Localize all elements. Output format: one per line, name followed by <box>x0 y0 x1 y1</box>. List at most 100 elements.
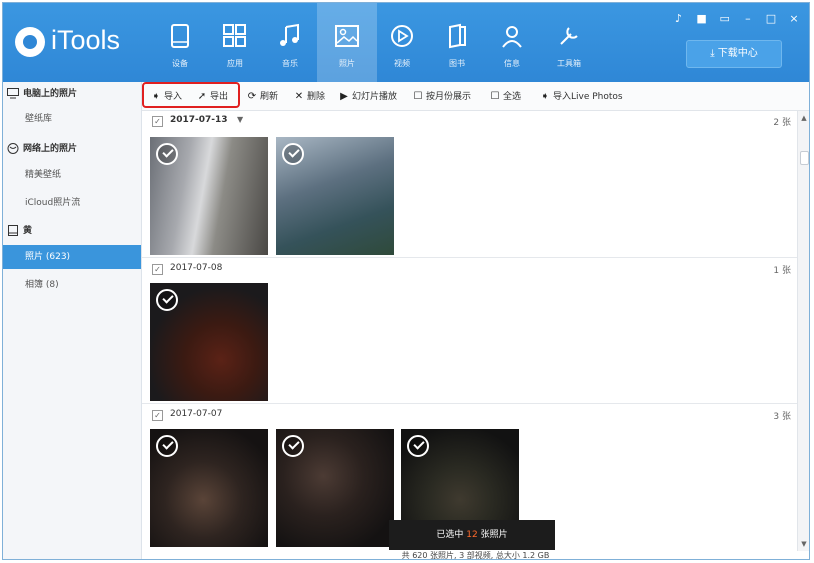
sidebar-item-fine-wallpapers[interactable]: 精美壁纸 <box>3 163 141 187</box>
nav-label: 照片 <box>339 59 355 68</box>
settings-icon[interactable]: ▭ <box>718 13 732 25</box>
download-icon: ⤓ <box>710 48 718 59</box>
group-count: 3 张 <box>773 412 791 422</box>
photo-thumbnail[interactable] <box>150 429 268 547</box>
date-group-header: ✓ 2017-07-13 ▼ 2 张 <box>142 111 797 131</box>
sidebar-item-label: 精美壁纸 <box>25 170 62 180</box>
select-all-toggle[interactable]: ☐ 全选 <box>489 90 522 104</box>
delete-icon: ✕ <box>294 91 304 102</box>
import-live-photos-button[interactable]: ➧ 导入Live Photos <box>539 90 623 104</box>
sidebar-item-device[interactable]: 黄 <box>3 219 141 243</box>
nav-tools[interactable]: 工具箱 <box>539 3 599 82</box>
refresh-icon: ⟳ <box>247 91 257 102</box>
select-all-label: 全选 <box>503 92 522 102</box>
sidebar-item-web-photos[interactable]: 网络上的照片 <box>3 137 141 161</box>
import-arrow-icon: ➧ <box>540 91 550 102</box>
checkmark-icon[interactable] <box>156 435 178 457</box>
sidebar-item-label: iCloud照片流 <box>25 198 81 208</box>
by-month-toggle[interactable]: ☐ 按月份展示 <box>412 90 472 104</box>
by-month-label: 按月份展示 <box>426 92 472 102</box>
import-live-label: 导入Live Photos <box>553 92 623 102</box>
refresh-button[interactable]: ⟳ 刷新 <box>246 90 278 104</box>
checkmark-icon[interactable] <box>156 289 178 311</box>
photo-thumbnail[interactable] <box>150 137 268 255</box>
nav-contacts[interactable]: 信息 <box>482 3 542 82</box>
nav-apps[interactable]: 应用 <box>205 3 265 82</box>
sidebar-item-label: 壁纸库 <box>25 114 53 124</box>
checkmark-icon[interactable] <box>282 435 304 457</box>
nav-label: 设备 <box>172 59 188 68</box>
itools-logo-icon <box>15 27 45 57</box>
feedback-icon[interactable]: ■ <box>695 13 709 25</box>
contact-icon <box>502 26 522 48</box>
skin-icon[interactable]: ♪ <box>672 13 686 25</box>
checkmark-icon[interactable] <box>156 143 178 165</box>
music-icon <box>280 23 299 46</box>
delete-label: 删除 <box>307 92 326 102</box>
photo-grid: ✓ 2017-07-13 ▼ 2 张 ✓ 2017-07-08 1 张 ✓ 20… <box>142 111 797 551</box>
download-center-button[interactable]: ⤓ 下载中心 <box>686 40 782 68</box>
group-count: 1 张 <box>773 266 791 276</box>
sidebar-item-wallpapers[interactable]: 壁纸库 <box>3 107 141 131</box>
selection-prefix: 已选中 <box>436 530 464 540</box>
toolbar: ➧ 导入 ➚ 导出 ⟳ 刷新 ✕ 删除 ▶ 幻灯片播放 ☐ 按月份展示 ☐ 全选 ➧ 导入Liv… <box>142 82 809 111</box>
photo-thumbnail[interactable] <box>276 429 394 547</box>
apps-icon <box>223 24 246 47</box>
selection-suffix: 张照片 <box>480 530 508 540</box>
divider <box>142 403 797 404</box>
refresh-label: 刷新 <box>260 92 279 102</box>
status-footer: 共 620 张照片, 3 部视频, 总大小 1.2 GB <box>401 551 550 560</box>
divider <box>142 257 797 258</box>
photo-thumbnail[interactable] <box>276 137 394 255</box>
group-checkbox[interactable]: ✓ <box>152 116 163 127</box>
sidebar-item-pc-photos[interactable]: 电脑上的照片 <box>3 82 141 106</box>
chevron-down-icon[interactable]: ▼ <box>237 115 243 124</box>
sidebar-item-label: 黄 <box>23 226 33 236</box>
sidebar-item-albums[interactable]: 相簿 (8) <box>3 273 141 297</box>
checkbox-icon: ☐ <box>413 91 423 102</box>
group-count: 2 张 <box>773 118 791 128</box>
minimize-button[interactable]: – <box>741 13 755 25</box>
date-group-header: ✓ 2017-07-08 1 张 <box>142 259 797 279</box>
device-icon <box>171 24 189 48</box>
device-icon <box>8 225 18 236</box>
checkmark-icon[interactable] <box>407 435 429 457</box>
slideshow-label: 幻灯片播放 <box>352 92 398 102</box>
app-logo: iTools <box>15 23 155 63</box>
download-center-label: 下载中心 <box>717 48 758 59</box>
nav-label: 工具箱 <box>557 59 581 68</box>
close-button[interactable]: × <box>787 13 801 25</box>
group-checkbox[interactable]: ✓ <box>152 410 163 421</box>
sidebar-item-label: 相簿 (8) <box>25 280 59 290</box>
group-date: 2017-07-07 <box>170 409 223 419</box>
nav-label: 音乐 <box>282 59 298 68</box>
nav-photos[interactable]: 照片 <box>317 3 377 82</box>
checkmark-icon[interactable] <box>282 143 304 165</box>
nav-video[interactable]: 视频 <box>372 3 432 82</box>
scroll-down-icon[interactable]: ▼ <box>798 539 809 549</box>
slideshow-button[interactable]: ▶ 幻灯片播放 <box>338 90 397 104</box>
delete-button[interactable]: ✕ 删除 <box>293 90 325 104</box>
date-group-header: ✓ 2017-07-07 3 张 <box>142 405 797 425</box>
play-icon: ▶ <box>340 91 348 102</box>
vertical-scrollbar[interactable]: ▲ ▼ <box>797 111 809 551</box>
sidebar-item-icloud-stream[interactable]: iCloud照片流 <box>3 191 141 215</box>
globe-icon <box>7 143 19 154</box>
sidebar-item-photos[interactable]: 照片 (623) <box>3 245 141 269</box>
group-date: 2017-07-08 <box>170 263 223 273</box>
nav-device[interactable]: 设备 <box>150 3 210 82</box>
tools-icon <box>560 27 578 45</box>
monitor-icon <box>7 88 19 99</box>
maximize-button[interactable]: □ <box>764 13 778 25</box>
scroll-up-icon[interactable]: ▲ <box>798 113 809 123</box>
group-checkbox[interactable]: ✓ <box>152 264 163 275</box>
nav-books[interactable]: 图书 <box>427 3 487 82</box>
scroll-thumb[interactable] <box>800 151 809 165</box>
selection-count: 12 <box>466 530 478 540</box>
nav-music[interactable]: 音乐 <box>260 3 320 82</box>
photo-thumbnail[interactable] <box>150 283 268 401</box>
photo-icon <box>335 25 359 47</box>
selection-toast: 已选中 12 张照片 <box>389 520 555 550</box>
sidebar-item-label: 电脑上的照片 <box>23 89 78 99</box>
book-icon <box>449 23 466 49</box>
